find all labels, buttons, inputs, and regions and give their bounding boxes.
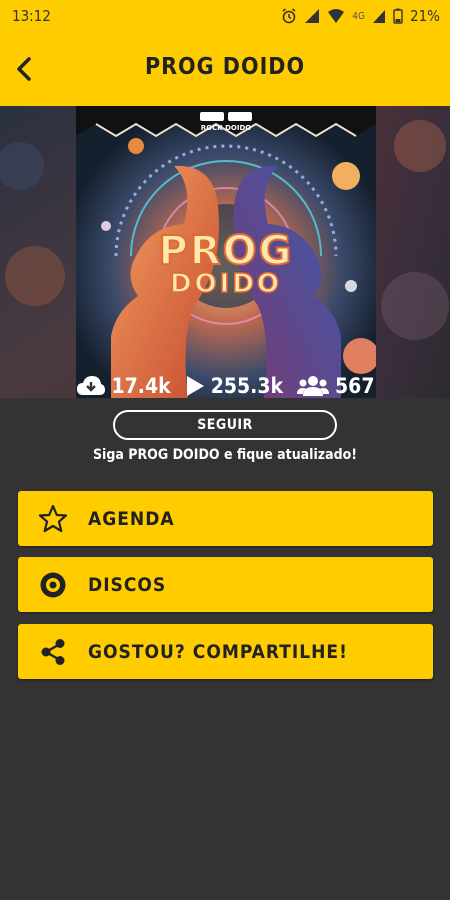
agenda-button[interactable]: AGENDA xyxy=(18,491,433,546)
artist-hero: ROCK DOIDO PROG DOIDO xyxy=(0,106,450,398)
share-icon-wrap xyxy=(18,624,88,679)
album-cover: ROCK DOIDO PROG DOIDO xyxy=(76,106,376,398)
followers-count: 567 xyxy=(335,374,375,398)
discos-icon-wrap xyxy=(18,557,88,612)
cover-top-label: ROCK DOIDO xyxy=(201,124,252,132)
cover-title-line2: DOIDO xyxy=(170,269,282,299)
play-icon xyxy=(186,376,204,396)
alarm-icon xyxy=(282,8,296,24)
cover-art: ROCK DOIDO PROG DOIDO xyxy=(76,106,376,398)
users-icon xyxy=(297,376,330,396)
battery-percent: 21% xyxy=(410,7,440,25)
status-icons: 4G 21% xyxy=(281,7,440,25)
status-time: 13:12 xyxy=(12,7,51,25)
plays-count: 255.3k xyxy=(210,374,284,398)
cloud-download-icon xyxy=(76,376,105,395)
discos-label: DISCOS xyxy=(88,573,167,596)
agenda-label: AGENDA xyxy=(88,507,175,530)
discos-button[interactable]: DISCOS xyxy=(18,557,433,612)
page-title: PROG DOIDO xyxy=(144,54,306,80)
share-label: GOSTOU? COMPARTILHE! xyxy=(88,640,348,663)
plays-stat: 255.3k xyxy=(185,374,283,398)
downloads-stat: 17.4k xyxy=(76,374,171,398)
cover-title-line1: PROG xyxy=(159,228,294,274)
network-type: 4G xyxy=(352,10,365,22)
followers-stat: 567 xyxy=(297,374,374,398)
artist-stats: 17.4k 255.3k 567 xyxy=(0,366,450,406)
agenda-icon-wrap xyxy=(18,491,88,546)
battery-icon xyxy=(393,8,403,24)
signal-icon-2 xyxy=(373,10,385,23)
app-bar: PROG DOIDO xyxy=(0,32,450,106)
star-icon xyxy=(38,504,68,532)
status-bar: 13:12 4G 21% xyxy=(0,0,450,32)
downloads-count: 17.4k xyxy=(111,374,171,398)
disc-icon xyxy=(40,572,66,597)
share-button[interactable]: GOSTOU? COMPARTILHE! xyxy=(18,624,433,679)
signal-icon xyxy=(305,9,320,23)
wifi-icon xyxy=(328,9,345,23)
follow-button[interactable]: SEGUIR xyxy=(113,410,337,440)
share-icon xyxy=(41,638,65,665)
follow-caption: Siga PROG DOIDO e fique atualizado! xyxy=(92,447,358,463)
header: 13:12 4G 21% PROG DOIDO xyxy=(0,0,450,106)
